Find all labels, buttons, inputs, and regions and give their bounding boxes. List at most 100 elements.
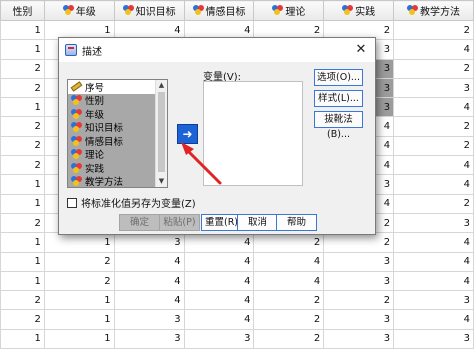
save-standardized-row: 将标准化值另存为变量(Z) bbox=[67, 195, 196, 210]
table-cell[interactable]: 3 bbox=[393, 212, 474, 234]
table-cell[interactable]: 2 bbox=[393, 116, 474, 137]
help-button[interactable]: 帮助 bbox=[276, 214, 317, 231]
table-cell[interactable]: 4 bbox=[183, 290, 255, 311]
table-cell[interactable]: 1 bbox=[0, 39, 45, 60]
table-cell[interactable]: 2 bbox=[43, 270, 115, 292]
scroll-up-icon[interactable]: ▲ bbox=[156, 80, 167, 91]
table-cell[interactable]: 3 bbox=[183, 328, 255, 349]
table-cell[interactable]: 4 bbox=[113, 290, 185, 311]
table-cell[interactable]: 4 bbox=[183, 251, 255, 272]
list-scrollbar[interactable]: ▲ ▼ bbox=[155, 80, 167, 187]
col-header-gender[interactable]: 性别 bbox=[0, 0, 45, 21]
table-cell[interactable]: 4 bbox=[393, 251, 474, 272]
table-cell[interactable]: 4 bbox=[183, 270, 255, 292]
variable-name: 实践 bbox=[85, 163, 105, 175]
table-cell[interactable]: 2 bbox=[253, 232, 325, 253]
source-variable-list[interactable]: 序号性别 年级知识目标 情感目标 理论实践 教学方法 ▲ ▼ bbox=[67, 79, 168, 188]
table-cell[interactable]: 3 bbox=[113, 328, 185, 349]
table-cell[interactable]: 3 bbox=[323, 251, 395, 272]
table-cell[interactable]: 2 bbox=[323, 290, 395, 311]
table-cell[interactable]: 2 bbox=[0, 290, 45, 311]
table-cell[interactable]: 2 bbox=[0, 212, 45, 234]
table-cell[interactable]: 1 bbox=[0, 97, 45, 118]
table-cell[interactable]: 2 bbox=[393, 135, 474, 157]
scroll-down-icon[interactable]: ▼ bbox=[156, 176, 167, 187]
table-cell[interactable]: 4 bbox=[393, 155, 474, 176]
table-cell[interactable]: 4 bbox=[253, 251, 325, 272]
table-cell[interactable]: 2 bbox=[0, 155, 45, 176]
variable-list-item[interactable]: 序号 bbox=[68, 80, 156, 94]
table-cell[interactable]: 3 bbox=[393, 77, 474, 99]
table-cell[interactable]: 4 bbox=[253, 270, 325, 292]
variable-list-item[interactable]: 年级 bbox=[68, 107, 156, 121]
paste-button[interactable]: 粘贴(P) bbox=[159, 214, 200, 231]
table-cell[interactable]: 4 bbox=[183, 232, 255, 253]
table-cell[interactable]: 2 bbox=[0, 58, 45, 79]
variable-name: 性别 bbox=[85, 96, 105, 108]
table-cell[interactable]: 1 bbox=[43, 328, 115, 349]
table-cell[interactable]: 2 bbox=[0, 77, 45, 99]
move-to-variables-button[interactable]: ➜ bbox=[177, 124, 198, 144]
reset-button[interactable]: 重置(R) bbox=[201, 214, 242, 231]
table-cell[interactable]: 4 bbox=[393, 232, 474, 253]
table-cell[interactable]: 1 bbox=[43, 290, 115, 311]
table-cell[interactable]: 2 bbox=[393, 58, 474, 79]
table-row: 1244434 bbox=[0, 270, 474, 292]
table-cell[interactable]: 3 bbox=[113, 232, 185, 253]
table-cell[interactable]: 4 bbox=[393, 270, 474, 292]
table-cell[interactable]: 3 bbox=[323, 270, 395, 292]
table-cell[interactable]: 4 bbox=[113, 251, 185, 272]
table-cell[interactable]: 1 bbox=[0, 270, 45, 292]
table-cell[interactable]: 2 bbox=[0, 135, 45, 157]
table-cell[interactable]: 2 bbox=[43, 251, 115, 272]
variable-name: 情感目标 bbox=[85, 136, 124, 148]
nominal-var-icon bbox=[71, 108, 82, 119]
variable-name: 序号 bbox=[85, 82, 105, 94]
table-cell[interactable]: 3 bbox=[323, 328, 395, 349]
table-cell[interactable]: 4 bbox=[393, 174, 474, 195]
table-cell[interactable]: 4 bbox=[393, 39, 474, 60]
variable-list-item[interactable]: 实践 bbox=[68, 161, 156, 175]
table-cell[interactable]: 2 bbox=[393, 193, 474, 214]
close-icon[interactable]: ✕ bbox=[353, 42, 369, 58]
table-cell[interactable]: 3 bbox=[393, 328, 474, 349]
col-header-practice[interactable]: 实践 bbox=[323, 0, 395, 21]
table-cell[interactable]: 1 bbox=[0, 251, 45, 272]
nominal-var-icon bbox=[71, 149, 82, 160]
table-cell[interactable]: 1 bbox=[43, 232, 115, 253]
table-cell[interactable]: 1 bbox=[0, 174, 45, 195]
variable-list-item[interactable]: 性别 bbox=[68, 93, 156, 108]
variable-list-item[interactable]: 知识目标 bbox=[68, 120, 156, 135]
table-cell[interactable]: 3 bbox=[393, 290, 474, 311]
scroll-thumb[interactable] bbox=[158, 92, 165, 172]
variable-list-item[interactable]: 情感目标 bbox=[68, 134, 156, 148]
table-cell[interactable]: 4 bbox=[113, 270, 185, 292]
col-header-knowledge[interactable]: 知识目标 bbox=[113, 0, 185, 21]
save-standardized-label[interactable]: 将标准化值另存为变量(Z) bbox=[81, 195, 196, 210]
table-cell[interactable]: 2 bbox=[0, 116, 45, 137]
ok-button[interactable]: 确定 bbox=[119, 214, 160, 231]
save-standardized-checkbox[interactable] bbox=[67, 197, 77, 208]
variable-list-item[interactable]: 教学方法 bbox=[68, 174, 156, 187]
cancel-button[interactable]: 取消 bbox=[237, 214, 278, 231]
target-variable-list[interactable] bbox=[203, 81, 303, 186]
table-cell[interactable]: 1 bbox=[0, 19, 45, 41]
col-header-emotion[interactable]: 情感目标 bbox=[183, 0, 255, 21]
col-header-grade[interactable]: 年级 bbox=[43, 0, 115, 21]
variable-name: 知识目标 bbox=[85, 123, 124, 135]
table-cell[interactable]: 2 bbox=[323, 232, 395, 253]
table-cell[interactable]: 1 bbox=[0, 232, 45, 253]
table-cell[interactable]: 2 bbox=[253, 290, 325, 311]
table-cell[interactable]: 4 bbox=[393, 97, 474, 118]
table-cell[interactable]: 2 bbox=[253, 328, 325, 349]
style-button[interactable]: 样式(L)... bbox=[314, 90, 363, 107]
table-cell[interactable]: 1 bbox=[0, 328, 45, 349]
variable-list-item[interactable]: 理论 bbox=[68, 147, 156, 161]
table-cell[interactable]: 2 bbox=[393, 19, 474, 41]
col-header-teaching-method[interactable]: 教学方法 bbox=[393, 0, 474, 21]
dialog-titlebar[interactable]: 描述 ✕ bbox=[59, 38, 375, 62]
bootstrap-button[interactable]: 拔靴法(B)... bbox=[314, 111, 363, 140]
col-header-theory[interactable]: 理论 bbox=[253, 0, 325, 21]
table-cell[interactable]: 1 bbox=[0, 193, 45, 214]
options-button[interactable]: 选项(O)... bbox=[314, 69, 363, 86]
